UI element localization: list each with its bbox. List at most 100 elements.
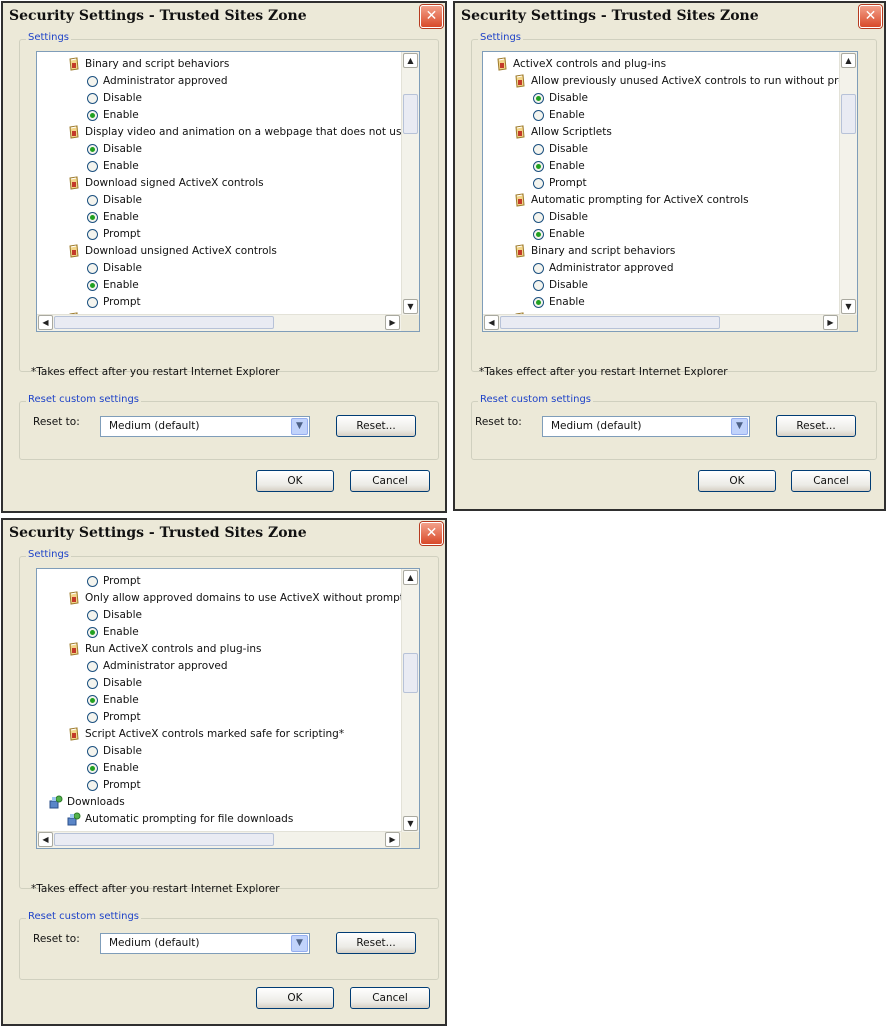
radio-unchecked-icon[interactable] <box>87 660 98 672</box>
radio-option[interactable]: Disable <box>533 209 588 226</box>
radio-unchecked-icon[interactable] <box>87 609 98 621</box>
radio-unchecked-icon[interactable] <box>87 575 98 587</box>
reset-level-select[interactable]: Medium (default) ▼ <box>100 933 310 954</box>
radio-unchecked-icon[interactable] <box>87 160 98 172</box>
title-bar[interactable]: Security Settings - Trusted Sites Zone ✕ <box>3 520 445 547</box>
scroll-up-icon[interactable]: ▲ <box>841 53 856 68</box>
radio-option[interactable]: Administrator approved <box>87 658 228 675</box>
scroll-left-icon[interactable]: ◀ <box>38 315 53 330</box>
reset-level-select[interactable]: Medium (default) ▼ <box>542 416 750 437</box>
chevron-down-icon[interactable]: ▼ <box>291 418 308 435</box>
radio-unchecked-icon[interactable] <box>87 228 98 240</box>
vertical-scrollbar[interactable]: ▲ ▼ <box>839 52 857 315</box>
horizontal-scrollbar[interactable]: ◀ ▶ <box>37 314 401 331</box>
radio-checked-icon[interactable] <box>87 694 98 706</box>
ok-button[interactable]: OK <box>256 470 334 492</box>
reset-button[interactable]: Reset... <box>336 415 416 437</box>
radio-unchecked-icon[interactable] <box>87 745 98 757</box>
radio-checked-icon[interactable] <box>533 92 544 104</box>
title-bar[interactable]: Security Settings - Trusted Sites Zone ✕ <box>455 3 884 30</box>
radio-option[interactable]: Prompt <box>87 294 141 311</box>
scroll-right-icon[interactable]: ▶ <box>385 315 400 330</box>
cancel-button[interactable]: Cancel <box>791 470 871 492</box>
radio-option[interactable]: Prompt <box>533 175 587 192</box>
radio-unchecked-icon[interactable] <box>87 677 98 689</box>
horizontal-scroll-thumb[interactable] <box>500 316 720 329</box>
radio-option[interactable]: Enable <box>87 107 139 124</box>
radio-option[interactable]: Administrator approved <box>533 260 674 277</box>
radio-option[interactable]: Disable <box>533 90 588 107</box>
scroll-right-icon[interactable]: ▶ <box>823 315 838 330</box>
scroll-down-icon[interactable]: ▼ <box>403 816 418 831</box>
reset-button[interactable]: Reset... <box>336 932 416 954</box>
reset-button[interactable]: Reset... <box>776 415 856 437</box>
reset-level-select[interactable]: Medium (default) ▼ <box>100 416 310 437</box>
cancel-button[interactable]: Cancel <box>350 987 430 1009</box>
close-icon[interactable]: ✕ <box>859 5 882 28</box>
horizontal-scroll-thumb[interactable] <box>54 316 274 329</box>
scroll-down-icon[interactable]: ▼ <box>841 299 856 314</box>
radio-option[interactable]: Enable <box>87 158 139 175</box>
radio-option[interactable]: Disable <box>87 192 142 209</box>
radio-option[interactable]: Enable <box>87 624 139 641</box>
radio-option[interactable]: Disable <box>87 675 142 692</box>
radio-checked-icon[interactable] <box>533 160 544 172</box>
radio-unchecked-icon[interactable] <box>87 296 98 308</box>
radio-unchecked-icon[interactable] <box>87 711 98 723</box>
scroll-right-icon[interactable]: ▶ <box>385 832 400 847</box>
scroll-up-icon[interactable]: ▲ <box>403 570 418 585</box>
radio-option[interactable]: Enable <box>533 226 585 243</box>
vertical-scrollbar[interactable]: ▲ ▼ <box>401 569 419 832</box>
horizontal-scrollbar[interactable]: ◀ ▶ <box>483 314 839 331</box>
settings-list[interactable]: Prompt Only allow approved domains to use… <box>36 568 420 849</box>
radio-unchecked-icon[interactable] <box>533 262 544 274</box>
radio-unchecked-icon[interactable] <box>87 92 98 104</box>
radio-option[interactable]: Disable <box>87 90 142 107</box>
scroll-up-icon[interactable]: ▲ <box>403 53 418 68</box>
cancel-button[interactable]: Cancel <box>350 470 430 492</box>
radio-checked-icon[interactable] <box>87 211 98 223</box>
radio-checked-icon[interactable] <box>87 279 98 291</box>
radio-option[interactable]: Disable <box>87 141 142 158</box>
vertical-scroll-thumb[interactable] <box>841 94 856 134</box>
close-icon[interactable]: ✕ <box>420 522 443 545</box>
vertical-scrollbar[interactable]: ▲ ▼ <box>401 52 419 315</box>
settings-list[interactable]: ActiveX controls and plug-ins Allow previ… <box>482 51 858 332</box>
scroll-left-icon[interactable]: ◀ <box>38 832 53 847</box>
radio-checked-icon[interactable] <box>87 762 98 774</box>
vertical-scroll-thumb[interactable] <box>403 94 418 134</box>
radio-option[interactable]: Prompt <box>87 709 141 726</box>
radio-unchecked-icon[interactable] <box>87 75 98 87</box>
settings-list[interactable]: Binary and script behaviors Administrator… <box>36 51 420 332</box>
horizontal-scrollbar[interactable]: ◀ ▶ <box>37 831 401 848</box>
radio-checked-icon[interactable] <box>87 143 98 155</box>
chevron-down-icon[interactable]: ▼ <box>291 935 308 952</box>
radio-option[interactable]: Enable <box>87 760 139 777</box>
radio-checked-icon[interactable] <box>533 296 544 308</box>
radio-unchecked-icon[interactable] <box>533 211 544 223</box>
chevron-down-icon[interactable]: ▼ <box>731 418 748 435</box>
radio-option[interactable]: Enable <box>533 158 585 175</box>
radio-option[interactable]: Disable <box>533 277 588 294</box>
radio-checked-icon[interactable] <box>533 228 544 240</box>
radio-option[interactable]: Prompt <box>87 573 141 590</box>
scroll-left-icon[interactable]: ◀ <box>484 315 499 330</box>
radio-unchecked-icon[interactable] <box>87 262 98 274</box>
radio-checked-icon[interactable] <box>87 109 98 121</box>
radio-option[interactable]: Disable <box>87 743 142 760</box>
ok-button[interactable]: OK <box>256 987 334 1009</box>
radio-option[interactable]: Enable <box>87 209 139 226</box>
radio-unchecked-icon[interactable] <box>87 194 98 206</box>
radio-option[interactable]: Prompt <box>87 226 141 243</box>
close-icon[interactable]: ✕ <box>420 5 443 28</box>
scroll-down-icon[interactable]: ▼ <box>403 299 418 314</box>
radio-option[interactable]: Disable <box>87 607 142 624</box>
radio-unchecked-icon[interactable] <box>533 109 544 121</box>
ok-button[interactable]: OK <box>698 470 776 492</box>
radio-option[interactable]: Enable <box>533 107 585 124</box>
radio-unchecked-icon[interactable] <box>533 177 544 189</box>
vertical-scroll-thumb[interactable] <box>403 653 418 693</box>
radio-checked-icon[interactable] <box>87 626 98 638</box>
radio-option[interactable]: Enable <box>87 692 139 709</box>
radio-unchecked-icon[interactable] <box>533 143 544 155</box>
